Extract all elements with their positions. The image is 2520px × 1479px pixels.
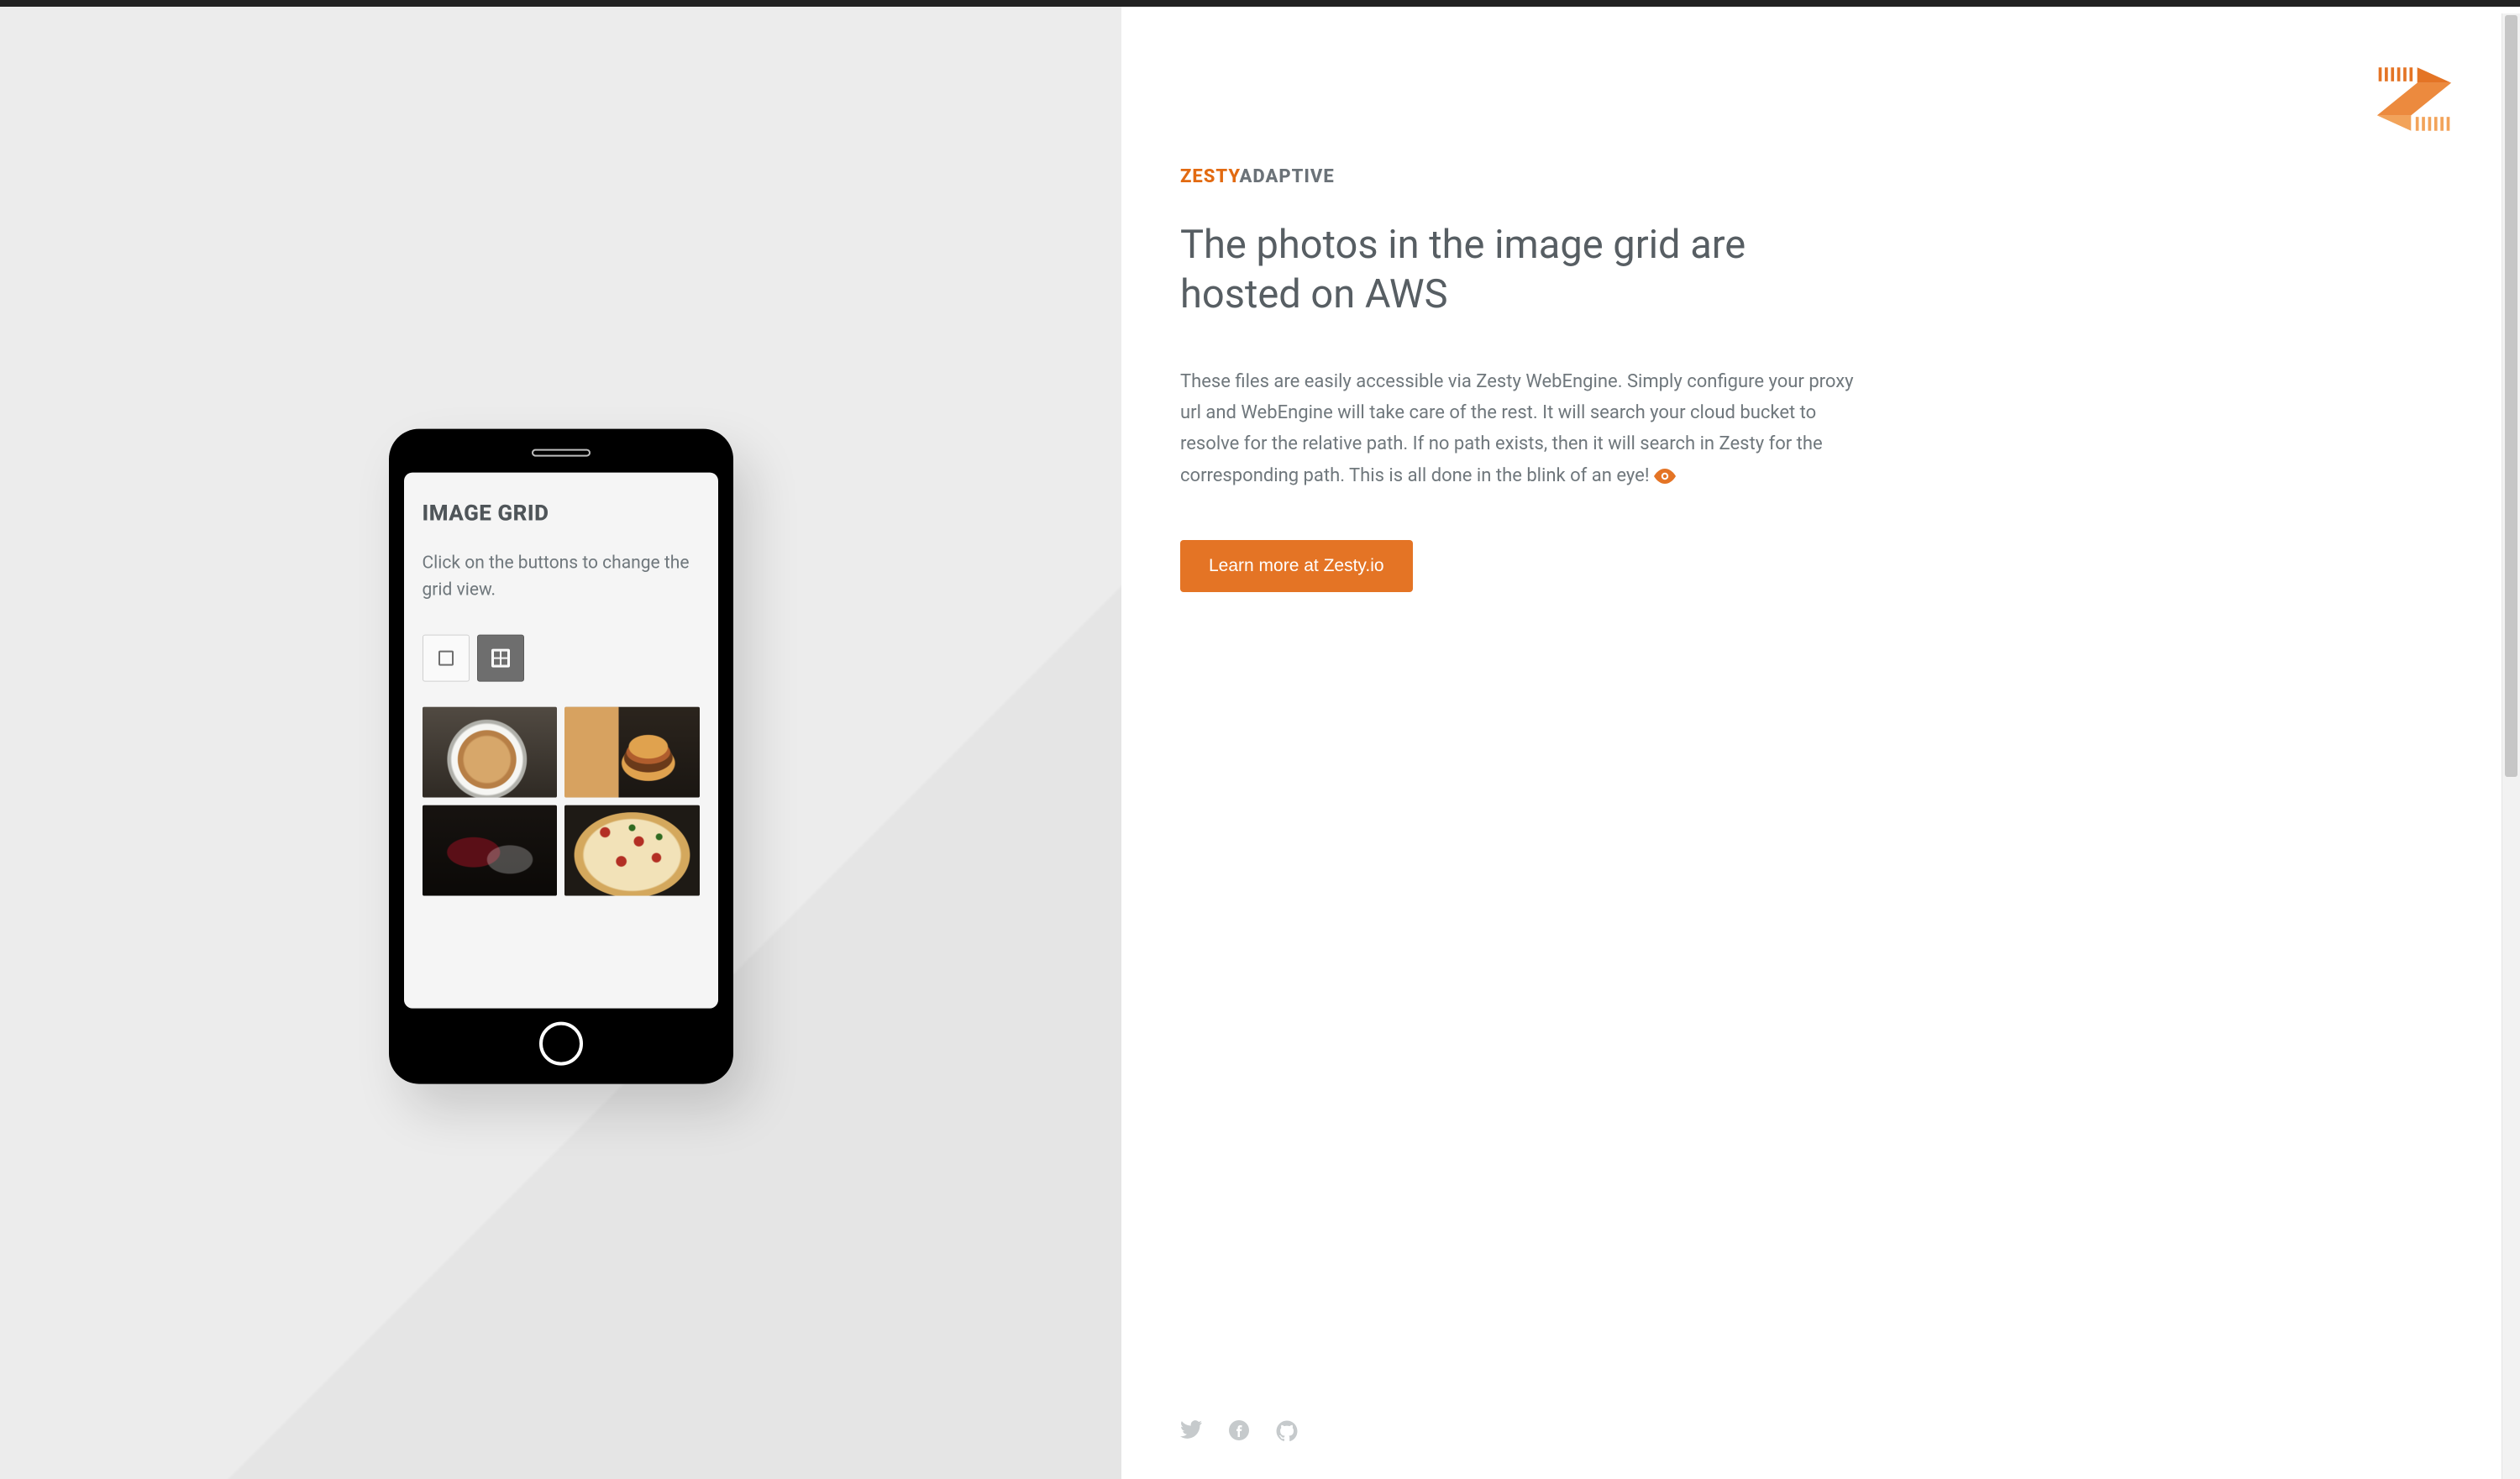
facebook-icon[interactable] [1229, 1420, 1249, 1445]
grid-view-button[interactable] [477, 634, 524, 681]
grid-icon [491, 648, 510, 667]
grid-image-coffee[interactable] [423, 706, 558, 797]
window-top-border [0, 0, 2520, 7]
phone-subtitle: Click on the buttons to change the grid … [423, 549, 700, 604]
single-view-button[interactable] [423, 634, 470, 681]
twitter-icon[interactable] [1180, 1420, 1202, 1445]
brand-part-adaptive: ADAPTIVE [1240, 166, 1335, 187]
eye-icon [1654, 463, 1676, 494]
left-preview-pane: IMAGE GRID Click on the buttons to chang… [0, 7, 1121, 1479]
github-icon[interactable] [1276, 1420, 1298, 1445]
social-links [1180, 1420, 1298, 1445]
brand-part-zesty: ZESTY [1180, 166, 1240, 187]
phone-title: IMAGE GRID [423, 501, 700, 526]
view-toggle-group [423, 634, 700, 681]
zesty-logo-icon [2376, 66, 2453, 133]
brand-wordmark: ZESTYADAPTIVE [1180, 166, 2419, 187]
square-icon [438, 650, 454, 665]
body-text: These files are easily accessible via Ze… [1180, 371, 1854, 486]
body-copy: These files are easily accessible via Ze… [1180, 366, 1877, 495]
vertical-scrollbar[interactable]: ▲ [2502, 13, 2520, 1479]
phone-screen: IMAGE GRID Click on the buttons to chang… [404, 472, 718, 1008]
grid-image-pizza[interactable] [564, 805, 700, 895]
image-grid [423, 706, 700, 895]
grid-image-wine[interactable] [423, 805, 558, 895]
scrollbar-thumb[interactable] [2505, 15, 2517, 777]
headline: The photos in the image grid are hosted … [1180, 221, 1835, 320]
phone-speaker [532, 448, 591, 456]
phone-home-button[interactable] [539, 1021, 583, 1065]
learn-more-button[interactable]: Learn more at Zesty.io [1180, 540, 1413, 592]
grid-image-burger[interactable] [564, 706, 700, 797]
right-content-pane: ZESTYADAPTIVE The photos in the image gr… [1121, 7, 2520, 1479]
phone-mockup: IMAGE GRID Click on the buttons to chang… [389, 428, 733, 1083]
